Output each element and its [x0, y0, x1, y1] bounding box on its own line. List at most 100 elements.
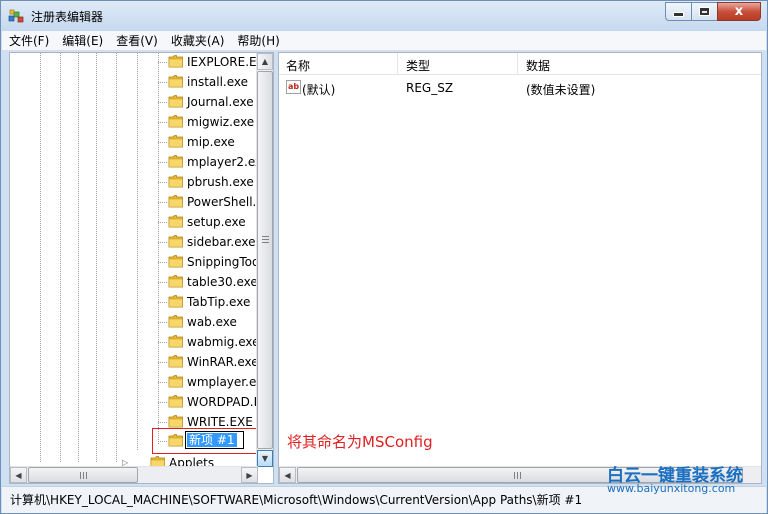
maximize-button[interactable]: [691, 2, 717, 21]
tree-vertical-scrollbar[interactable]: ▲ ▼: [256, 53, 273, 467]
menu-file[interactable]: 文件(F): [2, 32, 55, 50]
folder-icon: [168, 95, 183, 108]
tree-item[interactable]: PowerShell.: [10, 192, 258, 212]
folder-icon: [168, 215, 183, 228]
tree-item[interactable]: wab.exe: [10, 312, 258, 332]
tree-item[interactable]: install.exe: [10, 72, 258, 92]
registry-path: 计算机\HKEY_LOCAL_MACHINE\SOFTWARE\Microsof…: [10, 493, 583, 507]
list-item[interactable]: ab (默认) REG_SZ (数值未设置): [279, 78, 761, 97]
menu-edit[interactable]: 编辑(E): [55, 32, 109, 50]
value-name: (默认): [302, 83, 336, 97]
tree-item-label: wabmig.exe: [187, 335, 260, 349]
tree-item-label: WinRAR.exe: [187, 355, 259, 369]
tree-item-label: SnippingToo: [187, 255, 260, 269]
tree-item-label: mplayer2.ex: [187, 155, 263, 169]
tree-item[interactable]: SnippingToo: [10, 252, 260, 272]
list-header: 名称 类型 数据: [279, 53, 761, 75]
tree-item-label: WORDPAD.I: [187, 395, 258, 409]
folder-icon: [168, 295, 183, 308]
menu-favorites[interactable]: 收藏夹(A): [164, 32, 231, 50]
maximize-icon: [699, 7, 710, 16]
caption-buttons: x: [665, 2, 761, 21]
highlight-box: [152, 428, 258, 454]
tree-item[interactable]: IEXPLORE.E: [10, 53, 258, 72]
tree-item[interactable]: WinRAR.exe: [10, 352, 259, 372]
tree-item-label: sidebar.exe: [187, 235, 256, 249]
folder-icon: [168, 415, 183, 428]
folder-icon: [168, 175, 183, 188]
scroll-left-button[interactable]: ◀: [10, 467, 27, 483]
folder-icon: [168, 395, 183, 408]
folder-icon: [168, 115, 183, 128]
arrow-left-icon: ◀: [284, 470, 291, 480]
tree-item-label: IEXPLORE.E: [187, 55, 257, 69]
tree-item-label: setup.exe: [187, 215, 246, 229]
folder-icon: [168, 155, 183, 168]
tree-item-label: install.exe: [187, 75, 249, 89]
column-header-name[interactable]: 名称: [286, 57, 310, 74]
tree-item[interactable]: TabTip.exe: [10, 292, 258, 312]
folder-icon: [168, 55, 183, 68]
tree-item-label: PowerShell.: [187, 195, 257, 209]
scroll-left-button[interactable]: ◀: [279, 467, 296, 483]
folder-icon: [168, 335, 183, 348]
close-button[interactable]: x: [717, 2, 761, 21]
tree-item[interactable]: wmplayer.ex: [10, 372, 263, 392]
arrow-up-icon: ▲: [261, 57, 269, 66]
scroll-thumb[interactable]: [257, 71, 273, 449]
folder-icon: [168, 135, 183, 148]
arrow-down-icon: ▼: [261, 454, 269, 463]
menu-view[interactable]: 查看(V): [109, 32, 164, 50]
tree-item-label: table30.exe: [187, 275, 258, 289]
registry-editor-icon: [8, 9, 24, 23]
value-type: REG_SZ: [406, 81, 454, 95]
arrow-left-icon: ◀: [15, 470, 22, 480]
tree-item[interactable]: setup.exe: [10, 212, 258, 232]
tree-horizontal-scrollbar[interactable]: ◀ ▶: [10, 466, 258, 483]
values-list-pane[interactable]: 名称 类型 数据 ab (默认) REG_SZ (数值未设置) 将其命名为MSC…: [278, 52, 762, 484]
tree-item-label: migwiz.exe: [187, 115, 255, 129]
folder-icon: [168, 75, 183, 88]
column-header-type[interactable]: 类型: [406, 57, 430, 74]
column-header-data[interactable]: 数据: [526, 57, 550, 74]
tree-item[interactable]: mip.exe: [10, 132, 258, 152]
registry-tree-pane[interactable]: IEXPLORE.E install.exe Journal.exe migwiz.e…: [9, 52, 274, 484]
string-value-icon: ab: [286, 80, 301, 94]
tree-item[interactable]: table30.exe: [10, 272, 258, 292]
tree-item-label: wmplayer.ex: [187, 375, 264, 389]
window-title: 注册表编辑器: [31, 10, 104, 24]
tree-item[interactable]: Journal.exe: [10, 92, 258, 112]
tree-item[interactable]: WORDPAD.I: [10, 392, 258, 412]
menu-help[interactable]: 帮助(H): [230, 32, 285, 50]
folder-icon: [168, 315, 183, 328]
tree-item[interactable]: wabmig.exe: [10, 332, 260, 352]
tree-item-label: wab.exe: [187, 315, 237, 329]
watermark-url: www.baiyunxitong.com: [607, 482, 736, 495]
close-icon: x: [734, 4, 744, 19]
tree-item[interactable]: sidebar.exe: [10, 232, 258, 252]
minimize-button[interactable]: [665, 2, 691, 21]
minimize-icon: [673, 12, 684, 17]
tree-item[interactable]: pbrush.exe: [10, 172, 258, 192]
hscroll-thumb[interactable]: [28, 467, 138, 483]
tree-item-label: pbrush.exe: [187, 175, 254, 189]
value-data: (数值未设置): [526, 83, 596, 97]
folder-icon: [168, 375, 183, 388]
folder-icon: [168, 355, 183, 368]
folder-icon: [168, 195, 183, 208]
instruction-annotation: 将其命名为MSConfig: [287, 433, 433, 451]
scroll-right-button[interactable]: ▶: [241, 467, 258, 483]
arrow-right-icon: ▶: [246, 470, 253, 480]
tree-item-label: Journal.exe: [187, 95, 254, 109]
scroll-down-button[interactable]: ▼: [257, 450, 273, 467]
folder-icon: [168, 235, 183, 248]
folder-icon: [168, 255, 183, 268]
tree-item-label: TabTip.exe: [187, 295, 251, 309]
menu-bar: 文件(F) 编辑(E) 查看(V) 收藏夹(A) 帮助(H): [2, 31, 766, 51]
title-bar[interactable]: 注册表编辑器 x: [1, 1, 767, 31]
scroll-up-button[interactable]: ▲: [257, 53, 273, 70]
folder-icon: [168, 275, 183, 288]
tree-item-label: mip.exe: [187, 135, 235, 149]
tree-item[interactable]: migwiz.exe: [10, 112, 258, 132]
tree-item[interactable]: mplayer2.ex: [10, 152, 262, 172]
